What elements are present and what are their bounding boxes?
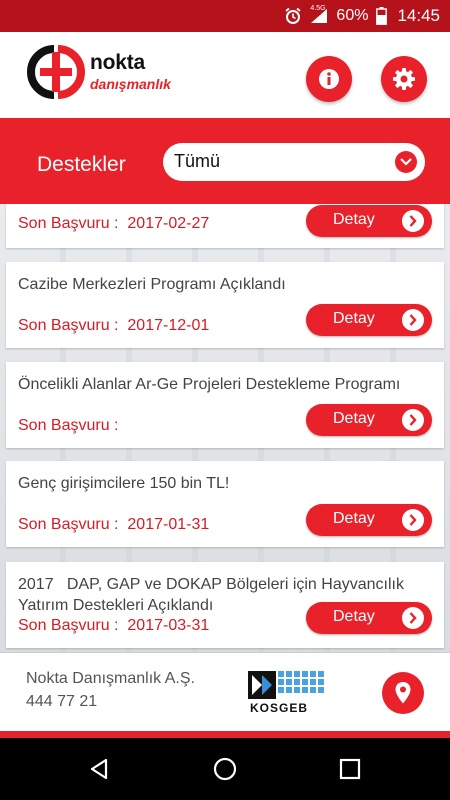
filter-label: Destekler bbox=[37, 153, 126, 176]
deadline-label: Son Başvuru : bbox=[18, 317, 119, 334]
detail-button[interactable]: Detay bbox=[306, 304, 432, 336]
back-triangle-icon bbox=[90, 758, 108, 780]
detail-button[interactable]: Detay bbox=[306, 504, 432, 536]
deadline-date: 2017-01-31 bbox=[127, 516, 210, 533]
deadline-label: Son Başvuru : bbox=[18, 417, 119, 434]
system-nav-bar bbox=[0, 738, 450, 800]
network-type: 4.5G bbox=[310, 5, 326, 12]
phone-number[interactable]: 444 77 21 bbox=[26, 693, 97, 711]
chevron-right-icon bbox=[402, 210, 424, 232]
list-item: 2017 DAP, GAP ve DOKAP Bölgeleri için Ha… bbox=[6, 562, 444, 648]
battery-percent: 60% bbox=[336, 7, 369, 24]
info-button[interactable] bbox=[306, 56, 352, 102]
chevron-right-icon bbox=[402, 607, 424, 629]
kosgeb-logo: KOSGEB bbox=[248, 671, 330, 717]
detail-button[interactable]: Detay bbox=[306, 404, 432, 436]
recents-square-icon bbox=[339, 758, 361, 780]
alarm-icon bbox=[284, 7, 302, 25]
signal-icon: 4.5G bbox=[310, 5, 328, 24]
deadline-row: Son Başvuru : 2017-03-31 bbox=[18, 617, 209, 635]
list-item: Öncelikli Alanlar Ar-Ge Projeleri Destek… bbox=[6, 362, 444, 448]
gear-icon bbox=[393, 68, 415, 90]
logo-subtitle: danışmanlık bbox=[90, 76, 171, 92]
deadline-row: Son Başvuru : 2017-02-27 bbox=[18, 215, 209, 233]
deadline-date: 2017-03-31 bbox=[127, 617, 210, 634]
app-header: nokta danışmanlık bbox=[0, 32, 450, 118]
category-select-value: Tümü bbox=[174, 151, 221, 171]
battery-icon bbox=[376, 7, 388, 25]
item-title: Öncelikli Alanlar Ar-Ge Projeleri Destek… bbox=[18, 376, 401, 393]
status-bar: 4.5G 60% 14:45 bbox=[0, 0, 450, 32]
nokta-logo: nokta danışmanlık bbox=[26, 44, 216, 104]
deadline-row: Son Başvuru : 2017-01-31 bbox=[18, 516, 209, 534]
home-button[interactable] bbox=[210, 754, 240, 784]
deadline-row: Son Başvuru : bbox=[18, 417, 127, 435]
detail-button[interactable]: Detay bbox=[306, 205, 432, 237]
chevron-right-icon bbox=[402, 309, 424, 331]
back-button[interactable] bbox=[84, 754, 114, 784]
logo-mark-icon bbox=[27, 45, 85, 99]
detail-button-label: Detay bbox=[333, 410, 375, 427]
deadline-date: 2017-12-01 bbox=[127, 317, 210, 334]
company-name: Nokta Danışmanlık A.Ş. bbox=[26, 670, 195, 687]
support-list[interactable]: Son Başvuru : 2017-02-27 Detay Cazibe Me… bbox=[0, 204, 450, 652]
kosgeb-label: KOSGEB bbox=[250, 701, 309, 715]
home-circle-icon bbox=[213, 757, 237, 781]
detail-button-label: Detay bbox=[333, 608, 375, 625]
chevron-right-icon bbox=[402, 509, 424, 531]
detail-button[interactable]: Detay bbox=[306, 602, 432, 634]
deadline-label: Son Başvuru : bbox=[18, 617, 119, 634]
list-item: Son Başvuru : 2017-02-27 Detay bbox=[6, 204, 444, 248]
recents-button[interactable] bbox=[335, 754, 365, 784]
info-icon bbox=[319, 69, 339, 89]
detail-button-label: Detay bbox=[333, 211, 375, 228]
logo-name: nokta bbox=[90, 51, 146, 74]
list-item: Genç girişimcilere 150 bin TL! Son Başvu… bbox=[6, 461, 444, 547]
filter-bar: Destekler Tümü bbox=[0, 118, 450, 204]
chevron-down-icon bbox=[395, 151, 417, 173]
item-title: Cazibe Merkezleri Programı Açıklandı bbox=[18, 276, 286, 293]
category-select[interactable]: Tümü bbox=[163, 143, 425, 181]
chevron-right-icon bbox=[402, 409, 424, 431]
settings-button[interactable] bbox=[381, 56, 427, 102]
deadline-label: Son Başvuru : bbox=[18, 516, 119, 533]
deadline-label: Son Başvuru : bbox=[18, 215, 119, 232]
detail-button-label: Detay bbox=[333, 510, 375, 527]
list-item: Cazibe Merkezleri Programı Açıklandı Son… bbox=[6, 262, 444, 348]
location-button[interactable] bbox=[382, 672, 424, 714]
deadline-row: Son Başvuru : 2017-12-01 bbox=[18, 317, 209, 335]
footer: Nokta Danışmanlık A.Ş. 444 77 21 KOSGEB bbox=[0, 652, 450, 739]
clock: 14:45 bbox=[397, 6, 440, 25]
deadline-date: 2017-02-27 bbox=[127, 215, 210, 232]
kosgeb-mark-icon bbox=[248, 671, 324, 699]
location-pin-icon bbox=[395, 682, 411, 704]
detail-button-label: Detay bbox=[333, 310, 375, 327]
item-title: Genç girişimcilere 150 bin TL! bbox=[18, 475, 230, 492]
